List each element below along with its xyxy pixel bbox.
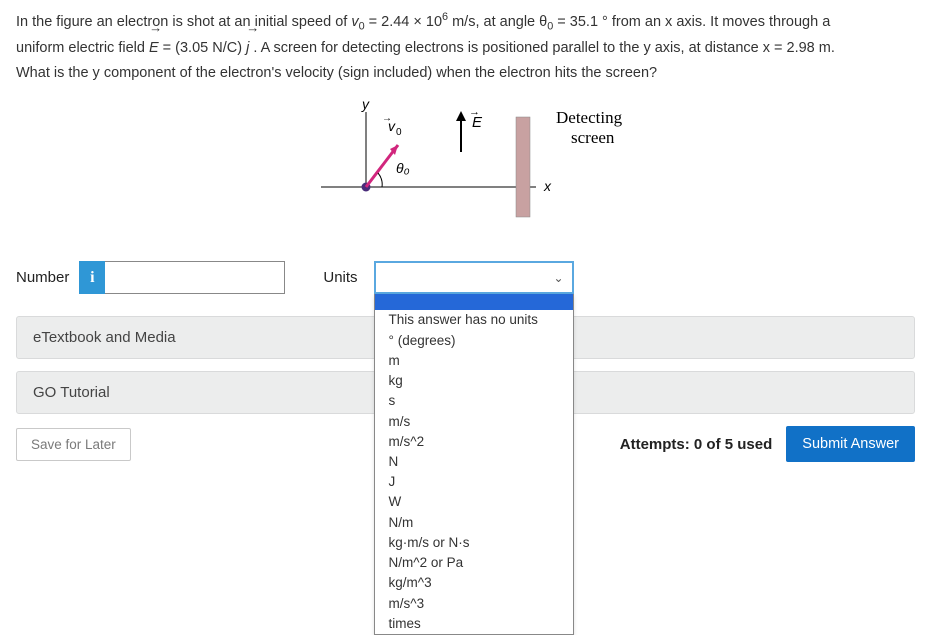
units-option[interactable]: m/s^3	[375, 594, 573, 614]
chevron-down-icon: ⌄	[553, 271, 563, 285]
x-axis-label: x	[543, 178, 552, 194]
units-option[interactable]: m/s	[375, 412, 573, 432]
var-j: j	[246, 40, 249, 56]
units-option[interactable]: kg·m/s or N·s	[375, 533, 573, 553]
vector-E: →E	[149, 36, 159, 61]
svg-text:→: →	[469, 106, 480, 118]
units-option[interactable]: N/m	[375, 513, 573, 533]
units-option[interactable]: N/m^2 or Pa	[375, 553, 573, 573]
units-option[interactable]: This answer has no units	[375, 310, 573, 330]
number-input-group: i	[79, 261, 285, 294]
var-v: v	[351, 14, 358, 30]
screen-label-2: screen	[571, 128, 615, 147]
units-option[interactable]: kg/m^3	[375, 573, 573, 593]
text: uniform electric field	[16, 40, 149, 56]
units-option[interactable]: s	[375, 391, 573, 411]
units-option[interactable]: N	[375, 452, 573, 472]
text: = 35.1 ° from an x axis. It moves throug…	[553, 14, 830, 30]
text: In the figure an electron is shot at an …	[16, 14, 351, 30]
number-label: Number	[16, 269, 69, 286]
units-option[interactable]: times	[375, 614, 573, 634]
units-option[interactable]: m	[375, 351, 573, 371]
units-select[interactable]: ⌄ This answer has no units ° (degrees) m…	[374, 261, 574, 294]
units-label: Units	[323, 269, 357, 286]
etextbook-label: eTextbook and Media	[33, 329, 176, 346]
go-tutorial-label: GO Tutorial	[33, 384, 110, 401]
svg-text:→: →	[382, 113, 392, 124]
units-option[interactable]: W	[375, 492, 573, 512]
info-icon[interactable]: i	[79, 261, 105, 294]
figure: x y v → 0 θ₀ E → Detecting screen	[16, 97, 915, 231]
footer-right: Attempts: 0 of 5 used Submit Answer	[620, 426, 915, 462]
var-E: E	[149, 40, 159, 56]
text: . A screen for detecting electrons is po…	[249, 40, 835, 56]
units-option[interactable]: kg	[375, 371, 573, 391]
units-option[interactable]: m/s^2	[375, 432, 573, 452]
svg-text:0: 0	[396, 127, 402, 138]
submit-answer-button[interactable]: Submit Answer	[786, 426, 915, 462]
text: m/s, at angle θ	[448, 14, 547, 30]
attempts-text: Attempts: 0 of 5 used	[620, 436, 773, 453]
units-dropdown[interactable]: This answer has no units ° (degrees) m k…	[374, 294, 574, 635]
units-select-box[interactable]: ⌄	[374, 261, 574, 294]
theta-label: θ₀	[396, 160, 410, 176]
physics-diagram: x y v → 0 θ₀ E → Detecting screen	[296, 97, 636, 227]
text: What is the y component of the electron'…	[16, 65, 657, 81]
text: = (3.05 N/C)	[159, 40, 246, 56]
units-option[interactable]: ° (degrees)	[375, 331, 573, 351]
units-option[interactable]: J	[375, 472, 573, 492]
save-for-later-button[interactable]: Save for Later	[16, 428, 131, 461]
y-axis-label: y	[361, 97, 370, 112]
screen-label-1: Detecting	[556, 108, 623, 127]
units-option-blank[interactable]	[375, 294, 573, 310]
unit-vector-j: →j	[246, 36, 249, 61]
answer-row: Number i Units ⌄ This answer has no unit…	[16, 261, 915, 294]
text: = 2.44 × 10	[365, 14, 442, 30]
number-input[interactable]	[105, 261, 285, 294]
problem-statement: In the figure an electron is shot at an …	[16, 8, 915, 85]
